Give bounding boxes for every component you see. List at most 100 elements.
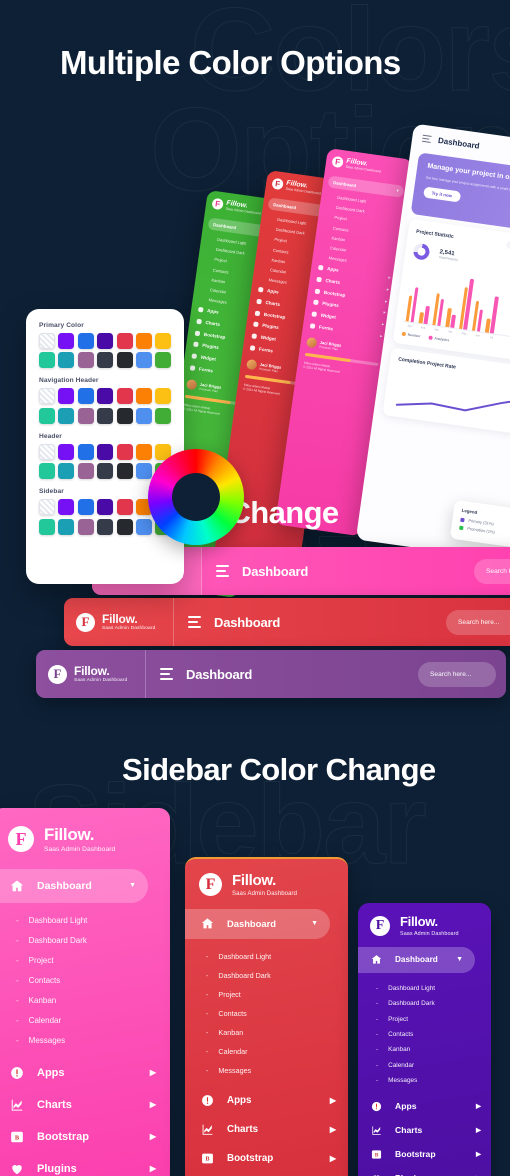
search-input[interactable]: Search here... [418,661,496,687]
sidebar-item-bootstrap[interactable]: B Bootstrap ▶ [185,1144,348,1173]
sidebar-subitem[interactable]: - Kanban [185,1023,348,1042]
sidebar-subitem[interactable]: - Dashboard Dark [185,966,348,985]
color-swatch[interactable] [77,352,94,369]
color-swatch[interactable] [77,443,94,460]
color-swatch[interactable] [135,388,152,405]
color-swatch[interactable] [58,333,75,349]
sidebar-brand[interactable]: F Fillow. Saas Admin Dashboard [0,808,170,869]
color-swatch[interactable] [135,333,152,349]
brand-box[interactable]: F Fillow. Saas Admin Dashboard [36,650,146,698]
color-swatch[interactable] [116,352,133,369]
color-swatch[interactable] [58,499,75,516]
color-swatch[interactable] [77,463,94,480]
sidebar-subitem[interactable]: - Kanban [0,991,170,1011]
color-swatch[interactable] [39,352,55,369]
sidebar-subitem[interactable]: - Messages [185,1061,348,1080]
sidebar-subitem[interactable]: - Contacts [185,1004,348,1023]
sidebar-item-bootstrap[interactable]: B Bootstrap ▶ [0,1121,170,1153]
color-swatch[interactable] [77,407,94,424]
color-swatch[interactable] [135,518,152,535]
sidebar-subitem[interactable]: - Project [0,951,170,971]
sidebar-item-plugins[interactable]: Plugins▶ [358,1166,491,1176]
color-swatch[interactable] [116,388,133,405]
color-swatch[interactable] [58,463,75,480]
sidebar-subitem[interactable]: - Dashboard Dark [0,931,170,951]
color-swatch[interactable] [39,499,55,516]
sidebar-item-charts[interactable]: Charts ▶ [185,1115,348,1144]
color-swatch[interactable] [135,463,152,480]
color-swatch[interactable] [135,407,152,424]
color-swatch[interactable] [116,443,133,460]
color-swatch[interactable] [97,407,114,424]
sidebar-subitem[interactable]: - Dashboard Dark [358,996,491,1011]
color-swatch[interactable] [155,333,172,349]
color-swatch[interactable] [116,518,133,535]
color-swatch[interactable] [97,518,114,535]
sidebar-item-dashboard[interactable]: Dashboard ▼ [0,868,148,903]
sidebar-subitem[interactable]: - Kanban [358,1042,491,1057]
banner-cta-button[interactable]: Try it now [423,186,461,202]
color-swatch[interactable] [77,388,94,405]
color-swatch[interactable] [39,443,55,460]
color-swatch[interactable] [39,388,55,405]
sidebar-item-dashboard[interactable]: Dashboard ▼ [358,946,475,973]
color-swatch[interactable] [116,499,133,516]
sidebar-subitem[interactable]: - Calendar [358,1058,491,1073]
color-swatch[interactable] [77,333,94,349]
sidebar-subitem[interactable]: - Dashboard Light [0,911,170,931]
brand-box[interactable]: F Fillow. Saas Admin Dashboard [64,598,174,646]
color-swatch[interactable] [58,388,75,405]
sidebar-item-charts[interactable]: Charts ▶ [0,1089,170,1121]
color-swatch[interactable] [135,443,152,460]
color-swatch[interactable] [155,352,172,369]
search-input[interactable]: Search here... [474,558,510,584]
color-swatch[interactable] [58,443,75,460]
color-wheel-icon[interactable] [148,449,244,545]
sidebar-item-bootstrap[interactable]: B Bootstrap ▶ [358,1142,491,1166]
color-swatch[interactable] [97,352,114,369]
color-swatch[interactable] [77,518,94,535]
color-swatch[interactable] [39,518,55,535]
color-swatch[interactable] [39,407,55,424]
color-swatch[interactable] [97,443,114,460]
sidebar-item-plugins[interactable]: Plugins▶ [0,1153,170,1176]
hamburger-icon[interactable] [216,565,229,577]
color-swatch[interactable] [116,333,133,349]
sidebar-subitem[interactable]: - Messages [358,1073,491,1088]
color-swatch[interactable] [58,518,75,535]
sidebar-subitem[interactable]: - Calendar [0,1011,170,1031]
pill-monthly[interactable]: Monthly [505,240,510,252]
sidebar-subitem[interactable]: - Project [185,985,348,1004]
sidebar-item-apps[interactable]: Apps ▶ [0,1057,170,1089]
hamburger-icon[interactable] [160,668,173,680]
sidebar-subitem[interactable]: - Dashboard Light [358,981,491,996]
color-swatch[interactable] [155,407,172,424]
color-swatch[interactable] [97,388,114,405]
sidebar-subitem[interactable]: - Calendar [185,1042,348,1061]
hamburger-icon[interactable] [188,616,201,628]
color-swatch[interactable] [97,463,114,480]
sidebar-item-apps[interactable]: Apps ▶ [358,1094,491,1118]
color-swatch[interactable] [97,333,114,349]
sidebar-subitem[interactable]: - Contacts [0,971,170,991]
color-swatch[interactable] [135,352,152,369]
color-swatch[interactable] [155,388,172,405]
sidebar-brand[interactable]: F Fillow. Saas Admin Dashboard [185,859,348,909]
sidebar-subitem[interactable]: - Project [358,1011,491,1026]
color-swatch[interactable] [58,352,75,369]
hamburger-icon[interactable] [421,134,432,144]
color-swatch[interactable] [116,463,133,480]
color-swatch[interactable] [39,463,55,480]
color-swatch[interactable] [58,407,75,424]
color-swatch[interactable] [97,499,114,516]
color-swatch[interactable] [116,407,133,424]
sidebar-subitem[interactable]: - Contacts [358,1027,491,1042]
sidebar-item-dashboard[interactable]: Dashboard ▼ [185,908,330,939]
sidebar-subitem[interactable]: - Messages [0,1031,170,1051]
sidebar-item-apps[interactable]: Apps ▶ [185,1086,348,1115]
color-swatch[interactable] [77,499,94,516]
sidebar-item-charts[interactable]: Charts ▶ [358,1118,491,1142]
color-swatch[interactable] [39,333,55,349]
sidebar-subitem[interactable]: - Dashboard Light [185,947,348,966]
search-input[interactable]: Search here... [446,609,510,635]
